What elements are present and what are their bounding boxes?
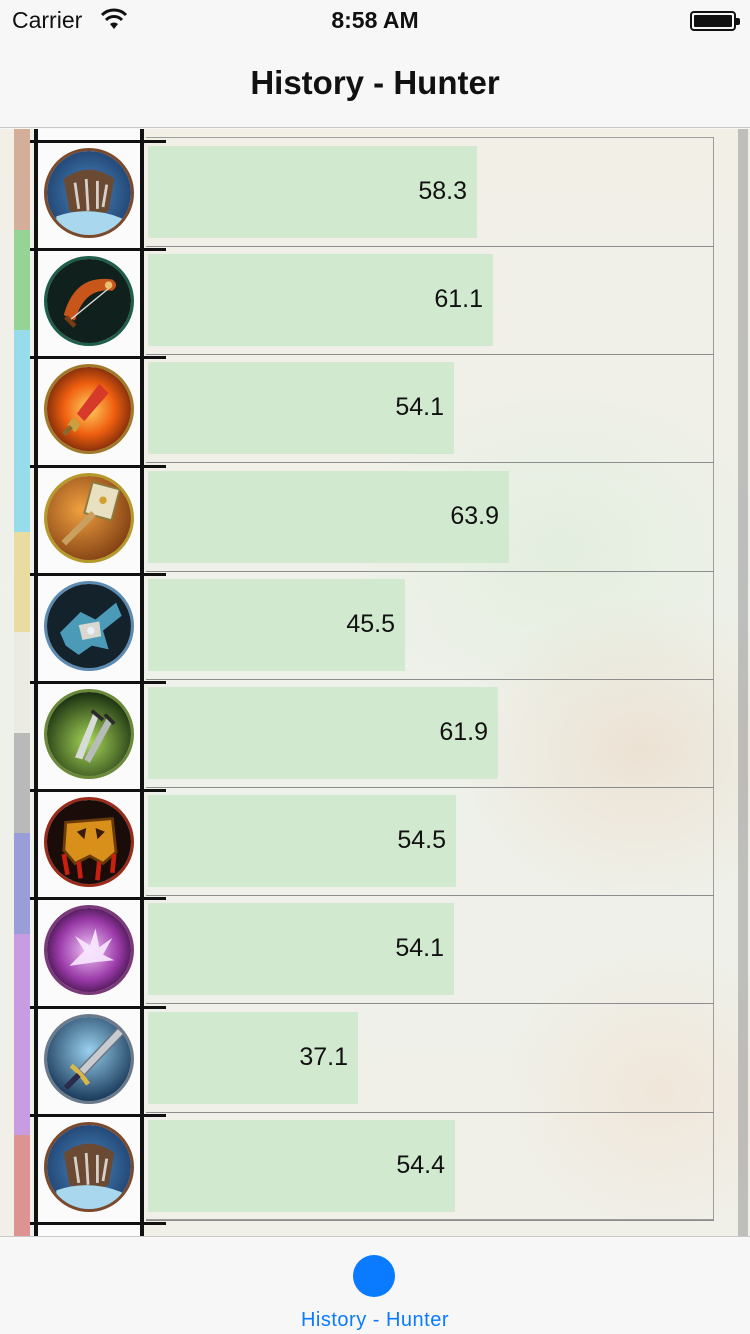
row-separator [30, 464, 166, 468]
value-label: 54.1 [395, 934, 444, 963]
row-separator [30, 140, 166, 143]
row-separator [30, 897, 166, 901]
list-item[interactable]: 54.1 [0, 345, 750, 464]
row-separator [30, 1113, 166, 1117]
value-label: 61.1 [434, 285, 483, 314]
fire-sword-icon [44, 364, 134, 455]
list-item[interactable]: 58.3 [0, 129, 750, 247]
hammer-icon [44, 472, 134, 563]
bear-claw-icon [44, 148, 134, 238]
bear-claw-icon [44, 1121, 134, 1212]
gauntlet-icon [44, 580, 134, 671]
value-label: 58.3 [418, 177, 467, 205]
page-title: History - Hunter [250, 64, 500, 101]
arcane-hand-icon [44, 905, 134, 996]
row-separator [30, 789, 166, 793]
row-separator [30, 1005, 166, 1009]
tab-bar: History - Hunter [0, 1236, 750, 1334]
list-item[interactable]: 61.9 [0, 670, 750, 788]
list-item[interactable]: 37.1 [0, 995, 750, 1113]
value-label: 37.1 [299, 1042, 348, 1071]
history-list[interactable]: 58.3 61.1 54.1 63.9 45.5 61.9 54.5 54.1 37.1 54.4 [0, 129, 750, 1236]
row-separator [30, 572, 166, 576]
skull-emblem-icon [44, 797, 134, 888]
battery-icon [690, 11, 740, 31]
clock: 8:58 AM [331, 7, 419, 33]
value-label: 45.5 [346, 609, 395, 638]
status-bar: Carrier 8:58 AM [0, 0, 750, 40]
row-divider [146, 1219, 714, 1221]
value-label: 54.5 [397, 826, 446, 855]
sword-icon [44, 1013, 134, 1104]
row-separator [30, 356, 166, 360]
list-item[interactable]: 61.1 [0, 237, 750, 356]
row-separator [30, 1222, 166, 1225]
list-item[interactable]: 63.9 [0, 454, 750, 572]
value-label: 61.9 [439, 718, 488, 746]
tab-history-hunter[interactable]: History - Hunter [275, 1237, 475, 1334]
value-label: 63.9 [450, 501, 499, 530]
row-separator [30, 248, 166, 252]
tab-label: History - Hunter [300, 1309, 450, 1331]
circle-icon [353, 1255, 395, 1297]
bow-icon [44, 256, 134, 347]
row-separator [30, 681, 166, 684]
navigation-bar: History - Hunter [0, 40, 750, 128]
value-label: 54.1 [395, 393, 444, 422]
value-label: 54.4 [396, 1150, 445, 1179]
list-item[interactable]: 54.4 [0, 1103, 750, 1221]
list-item[interactable]: 45.5 [0, 562, 750, 680]
twin-daggers-icon [44, 689, 134, 779]
list-item[interactable]: 54.5 [0, 778, 750, 897]
list-item[interactable]: 54.1 [0, 886, 750, 1005]
